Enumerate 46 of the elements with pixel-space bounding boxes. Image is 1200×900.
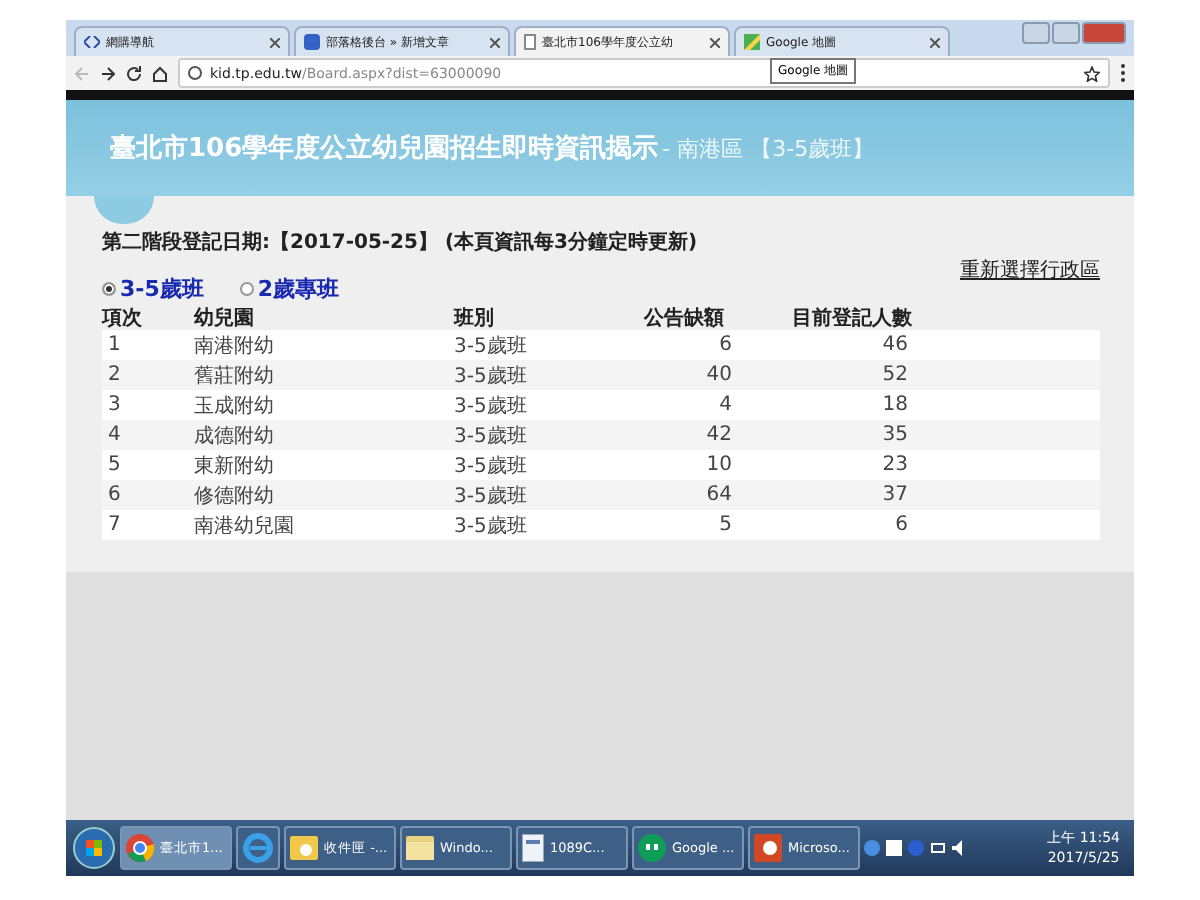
table-cell-text: 6 — [717, 334, 734, 356]
class-radio[interactable]: 3-5歲班 — [102, 274, 204, 304]
table-cell-text: 5 — [717, 514, 734, 536]
table-cell-text: 4 — [106, 424, 123, 446]
table-cell-text: 42 — [704, 424, 734, 446]
table-cell-text: 40 — [704, 364, 734, 386]
column-header: 目前登記人數 — [790, 305, 914, 332]
table-cell-text: 64 — [704, 484, 734, 506]
table-cell-text: 修德附幼 — [194, 483, 276, 509]
table-cell-text: 3-5歲班 — [454, 423, 529, 449]
table-cell-text: 3 — [106, 394, 123, 416]
table-cell-text: 37 — [880, 484, 910, 506]
registration-date: 第二階段登記日期:【2017-05-25】 (本頁資訊每3分鐘定時更新) — [102, 228, 700, 256]
column-header: 班別 — [454, 305, 496, 332]
page-subtitle: - 南港區 【3-5歲班】 — [662, 133, 875, 163]
table-cell-text: 3-5歲班 — [454, 513, 529, 539]
table-cell-text: 3-5歲班 — [454, 363, 529, 389]
table-cell-text: 7 — [106, 514, 123, 536]
table-cell-text: 1 — [106, 334, 123, 356]
table-cell-text: 23 — [880, 454, 910, 476]
column-header: 項次 — [102, 305, 144, 332]
table-cell-text: 舊莊附幼 — [194, 363, 276, 389]
table-cell-text: 3-5歲班 — [454, 453, 529, 479]
table-cell-text: 35 — [880, 424, 910, 446]
table-cell-text: 4 — [717, 394, 734, 416]
table-cell-text: 5 — [106, 454, 123, 476]
table-cell-text: 南港附幼 — [194, 333, 276, 359]
table-cell-text: 18 — [880, 394, 910, 416]
table-cell-text: 52 — [880, 364, 910, 386]
reselect-district-link[interactable]: 重新選擇行政區 — [960, 256, 1100, 284]
table-cell-text: 玉成附幼 — [194, 393, 276, 419]
table-cell-text: 6 — [106, 484, 123, 506]
table-cell-text: 10 — [704, 454, 734, 476]
table-cell-text: 南港幼兒園 — [194, 513, 296, 539]
table-cell-text: 46 — [880, 334, 910, 356]
table-cell-text: 3-5歲班 — [454, 333, 529, 359]
table-cell-text: 3-5歲班 — [454, 483, 529, 509]
table-cell-text: 6 — [893, 514, 910, 536]
table-cell-text: 2 — [106, 364, 123, 386]
page-title: 臺北市106學年度公立幼兒園招生即時資訊揭示 — [110, 131, 659, 166]
table-cell-text: 3-5歲班 — [454, 393, 529, 419]
table-cell-text: 成德附幼 — [194, 423, 276, 449]
class-radio[interactable]: 2歲專班 — [239, 274, 340, 304]
column-header: 公告缺額 — [644, 305, 726, 332]
table-cell-text: 東新附幼 — [194, 453, 276, 479]
column-header: 幼兒園 — [194, 305, 256, 332]
